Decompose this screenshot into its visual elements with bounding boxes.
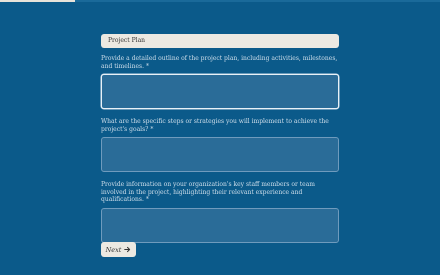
question-label-3: Provide information on your organization…	[101, 181, 339, 204]
question-text-3: Provide information on your organization…	[101, 181, 315, 203]
question-label-1: Provide a detailed outline of the projec…	[101, 55, 339, 70]
question-text-2: What are the specific steps or strategie…	[101, 118, 329, 133]
required-mark-3: *	[145, 196, 149, 203]
question-text-1: Provide a detailed outline of the projec…	[101, 55, 338, 70]
next-button-label: Next	[105, 245, 122, 254]
progress-track	[0, 0, 440, 2]
progress-fill	[0, 0, 75, 2]
required-mark-2: *	[150, 125, 154, 133]
arrow-right-icon	[124, 246, 131, 253]
answer-field-2[interactable]	[101, 137, 339, 172]
answer-field-3[interactable]	[101, 207, 339, 243]
answer-field-1[interactable]	[101, 74, 339, 109]
question-label-2: What are the specific steps or strategie…	[101, 118, 339, 133]
form: Project Plan Provide a detailed outline …	[101, 34, 339, 243]
required-mark-1: *	[146, 62, 149, 70]
next-button[interactable]: Next	[101, 242, 136, 257]
section-title: Project Plan	[101, 34, 339, 48]
